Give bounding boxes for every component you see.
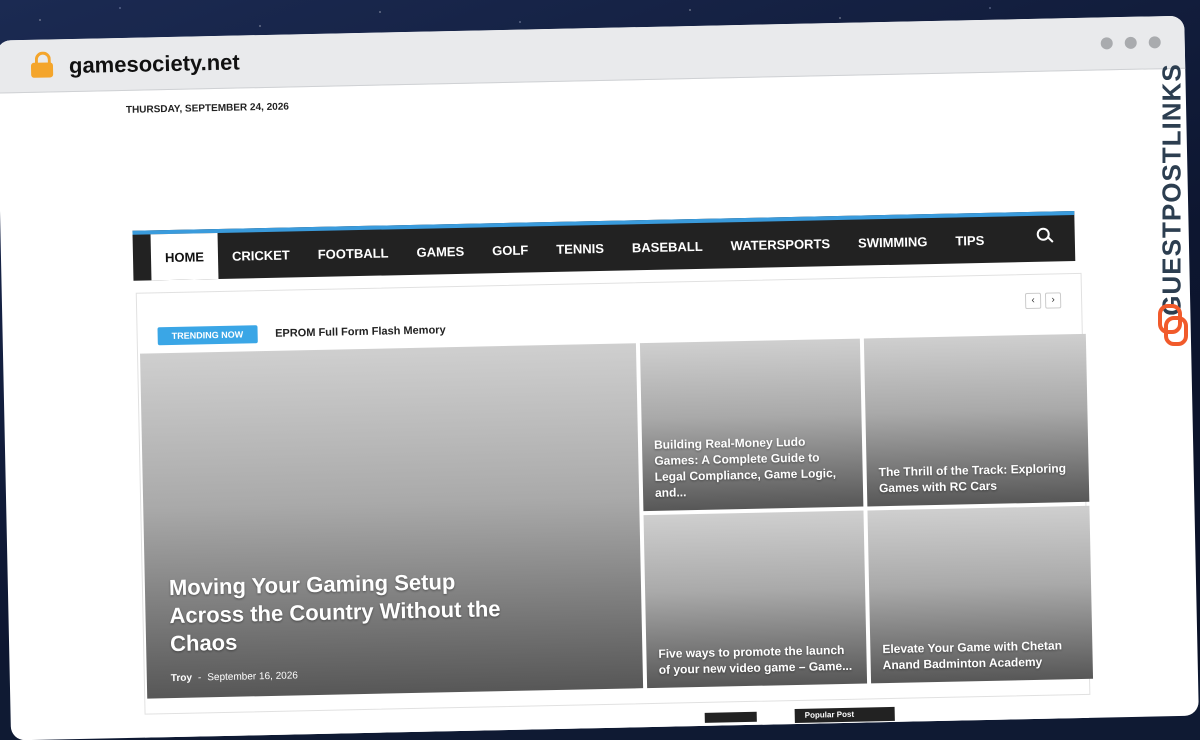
featured-post-title[interactable]: Elevate Your Game with Chetan Anand Badm…: [882, 637, 1079, 673]
watermark-text: GUESTPOSTLINKS: [1156, 63, 1187, 316]
featured-post-tile[interactable]: Elevate Your Game with Chetan Anand Badm…: [867, 505, 1094, 684]
featured-main-post[interactable]: Moving Your Gaming Setup Across the Coun…: [140, 343, 644, 699]
search-icon[interactable]: [1036, 227, 1054, 244]
window-dot-icon[interactable]: [1100, 37, 1113, 50]
nav-item-golf[interactable]: GOLF: [478, 226, 543, 273]
trending-controls: ‹ ›: [1024, 292, 1062, 310]
nav-item-tips[interactable]: TIPS: [941, 217, 999, 264]
window-dot-icon[interactable]: [1148, 36, 1161, 49]
nav-item-tennis[interactable]: TENNIS: [542, 225, 619, 273]
featured-grid: Moving Your Gaming Setup Across the Coun…: [140, 333, 1094, 699]
chevron-left-icon[interactable]: ‹: [1024, 292, 1042, 310]
featured-main-title[interactable]: Moving Your Gaming Setup Across the Coun…: [169, 567, 531, 659]
window-dot-icon[interactable]: [1124, 36, 1137, 49]
header-date: THURSDAY, SEPTEMBER 24, 2026: [125, 101, 290, 116]
featured-post-tile[interactable]: Building Real-Money Ludo Games: A Comple…: [639, 338, 864, 512]
trending-bar: TRENDING NOW EPROM Full Form Flash Memor…: [157, 321, 446, 346]
featured-post-title[interactable]: Building Real-Money Ludo Games: A Comple…: [654, 433, 849, 501]
nav-item-football[interactable]: FOOTBALL: [303, 229, 403, 277]
nav-item-cricket[interactable]: CRICKET: [218, 231, 305, 279]
nav-item-watersports[interactable]: WATERSPORTS: [716, 220, 844, 269]
featured-post-tile[interactable]: Five ways to promote the launch of your …: [643, 510, 868, 689]
featured-post-title[interactable]: Five ways to promote the launch of your …: [658, 642, 853, 678]
featured-main-meta: Troy - September 16, 2026: [171, 670, 298, 684]
trending-title[interactable]: EPROM Full Form Flash Memory: [275, 324, 446, 340]
main-nav: HOME CRICKET FOOTBALL GAMES GOLF TENNIS …: [132, 211, 1076, 281]
meta-separator: -: [197, 672, 202, 684]
window-controls: [1100, 36, 1161, 50]
trending-badge: TRENDING NOW: [157, 325, 258, 346]
browser-window: gamesociety.net THURSDAY, SEPTEMBER 24, …: [0, 15, 1199, 740]
section-tab[interactable]: [704, 711, 757, 723]
nav-item-games[interactable]: GAMES: [402, 228, 479, 276]
watermark: GUESTPOSTLINKS: [1152, 54, 1192, 354]
web-page: THURSDAY, SEPTEMBER 24, 2026 HOME CRICKE…: [0, 69, 1199, 739]
featured-post-tile[interactable]: The Thrill of the Track: Exploring Games…: [863, 333, 1090, 507]
nav-item-swimming[interactable]: SWIMMING: [844, 218, 942, 266]
lock-icon: [30, 51, 54, 78]
post-author[interactable]: Troy: [171, 673, 192, 684]
chevron-right-icon[interactable]: ›: [1044, 292, 1062, 309]
browser-window-wrapper: gamesociety.net THURSDAY, SEPTEMBER 24, …: [0, 0, 1200, 740]
featured-post-title[interactable]: The Thrill of the Track: Exploring Games…: [878, 460, 1075, 496]
post-date: September 16, 2026: [207, 670, 299, 684]
nav-item-home[interactable]: HOME: [150, 232, 219, 281]
featured-section: TRENDING NOW EPROM Full Form Flash Memor…: [135, 272, 1094, 715]
nav-item-baseball[interactable]: BASEBALL: [617, 223, 717, 271]
popular-post-tab[interactable]: Popular Post: [794, 706, 895, 724]
address-bar[interactable]: gamesociety.net: [69, 49, 240, 79]
link-logo-icon: [1158, 304, 1188, 346]
